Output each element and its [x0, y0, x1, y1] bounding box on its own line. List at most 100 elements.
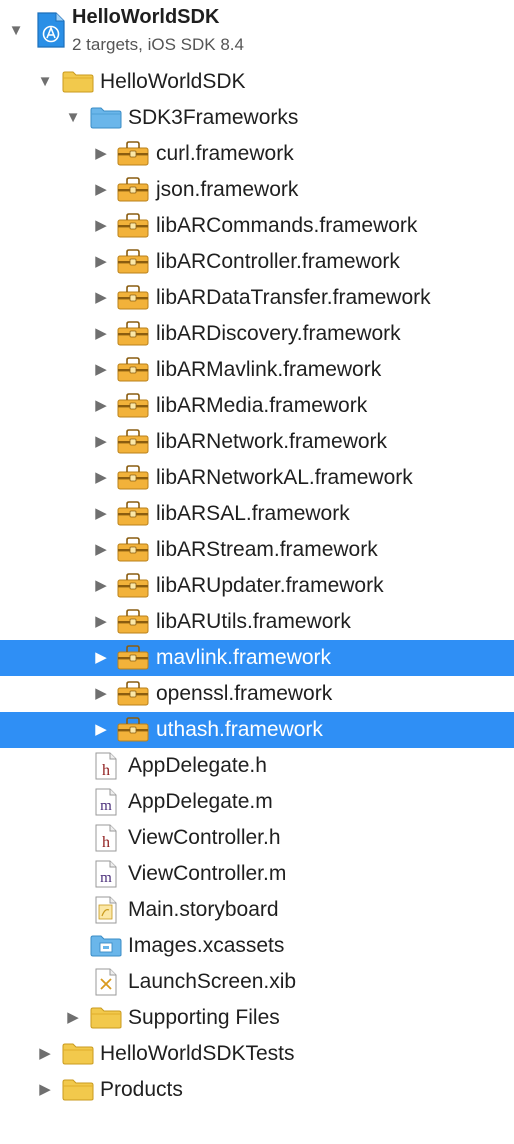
file-row[interactable]: m ViewController.m — [0, 856, 514, 892]
framework-label: libARNetwork.framework — [156, 430, 388, 453]
folder-icon — [62, 71, 94, 93]
storyboard-file-icon — [95, 896, 117, 924]
group-row-tests[interactable]: ▶ HelloWorldSDKTests — [0, 1036, 514, 1072]
framework-row[interactable]: ▶ openssl.framework — [0, 676, 514, 712]
framework-icon — [117, 141, 149, 166]
svg-text:m: m — [100, 798, 112, 814]
framework-row[interactable]: ▶ libARUpdater.framework — [0, 568, 514, 604]
framework-label: libARUtils.framework — [156, 610, 351, 633]
file-label: LaunchScreen.xib — [128, 970, 297, 993]
file-row[interactable]: Main.storyboard — [0, 892, 514, 928]
file-label: ViewController.m — [128, 862, 287, 885]
framework-label: libARNetworkAL.framework — [156, 466, 413, 489]
framework-row[interactable]: ▶ mavlink.framework — [0, 640, 514, 676]
disclosure-open-icon[interactable]: ▼ — [35, 64, 55, 100]
framework-label: libARDiscovery.framework — [156, 322, 401, 345]
framework-icon — [117, 501, 149, 526]
framework-row[interactable]: ▶ libARNetwork.framework — [0, 424, 514, 460]
xcode-project-icon — [37, 12, 65, 48]
framework-label: openssl.framework — [156, 682, 333, 705]
framework-icon — [117, 285, 149, 310]
disclosure-closed-icon[interactable]: ▶ — [91, 496, 111, 532]
framework-row[interactable]: ▶ libARSAL.framework — [0, 496, 514, 532]
disclosure-closed-icon[interactable]: ▶ — [91, 460, 111, 496]
svg-text:h: h — [102, 834, 110, 851]
framework-label: libARDataTransfer.framework — [156, 286, 431, 309]
framework-label: libARSAL.framework — [156, 502, 350, 525]
disclosure-closed-icon[interactable]: ▶ — [91, 712, 111, 748]
svg-text:h: h — [102, 762, 110, 779]
framework-row[interactable]: ▶ libARCommands.framework — [0, 208, 514, 244]
file-row[interactable]: h ViewController.h — [0, 820, 514, 856]
disclosure-open-icon[interactable]: ▼ — [6, 13, 26, 49]
blue-folder-icon — [90, 107, 122, 129]
framework-label: libARMavlink.framework — [156, 358, 382, 381]
framework-icon — [117, 465, 149, 490]
project-title: HelloWorldSDK — [72, 6, 220, 28]
file-label: Images.xcassets — [128, 934, 285, 957]
objc-source-file-icon: m — [95, 788, 117, 816]
disclosure-closed-icon[interactable]: ▶ — [91, 640, 111, 676]
disclosure-closed-icon[interactable]: ▶ — [91, 316, 111, 352]
file-label: Main.storyboard — [128, 898, 279, 921]
framework-row[interactable]: ▶ uthash.framework — [0, 712, 514, 748]
framework-row[interactable]: ▶ libARDiscovery.framework — [0, 316, 514, 352]
framework-icon — [117, 357, 149, 382]
file-row[interactable]: h AppDelegate.h — [0, 748, 514, 784]
framework-row[interactable]: ▶ json.framework — [0, 172, 514, 208]
folder-icon — [90, 1007, 122, 1029]
framework-row[interactable]: ▶ libARMavlink.framework — [0, 352, 514, 388]
disclosure-closed-icon[interactable]: ▶ — [91, 424, 111, 460]
project-subtitle: 2 targets, iOS SDK 8.4 — [72, 35, 244, 54]
disclosure-closed-icon[interactable]: ▶ — [91, 676, 111, 712]
file-row[interactable]: Images.xcassets — [0, 928, 514, 964]
framework-icon — [117, 645, 149, 670]
disclosure-closed-icon[interactable]: ▶ — [35, 1036, 55, 1072]
objc-source-file-icon: m — [95, 860, 117, 888]
framework-row[interactable]: ▶ libARController.framework — [0, 244, 514, 280]
group-row-supporting-files[interactable]: ▶ Supporting Files — [0, 1000, 514, 1036]
disclosure-closed-icon[interactable]: ▶ — [91, 208, 111, 244]
folder-icon — [62, 1043, 94, 1065]
group-row-helloworldsdk[interactable]: ▼ HelloWorldSDK — [0, 64, 514, 100]
disclosure-closed-icon[interactable]: ▶ — [91, 244, 111, 280]
xib-file-icon — [95, 968, 117, 996]
disclosure-closed-icon[interactable]: ▶ — [91, 172, 111, 208]
framework-label: libARStream.framework — [156, 538, 378, 561]
framework-row[interactable]: ▶ libARUtils.framework — [0, 604, 514, 640]
group-row-products[interactable]: ▶ Products — [0, 1072, 514, 1108]
framework-row[interactable]: ▶ libARMedia.framework — [0, 388, 514, 424]
framework-icon — [117, 429, 149, 454]
disclosure-closed-icon[interactable]: ▶ — [91, 532, 111, 568]
framework-icon — [117, 393, 149, 418]
framework-row[interactable]: ▶ curl.framework — [0, 136, 514, 172]
framework-icon — [117, 249, 149, 274]
framework-row[interactable]: ▶ libARDataTransfer.framework — [0, 280, 514, 316]
framework-label: libARUpdater.framework — [156, 574, 384, 597]
group-label: HelloWorldSDK — [100, 70, 246, 93]
project-row[interactable]: ▼ HelloWorldSDK 2 targets, iOS SDK 8.4 — [0, 0, 514, 62]
group-row-sdk3frameworks[interactable]: ▼ SDK3Frameworks — [0, 100, 514, 136]
framework-row[interactable]: ▶ libARStream.framework — [0, 532, 514, 568]
framework-icon — [117, 213, 149, 238]
file-row[interactable]: LaunchScreen.xib — [0, 964, 514, 1000]
group-label: SDK3Frameworks — [128, 106, 299, 129]
framework-label: uthash.framework — [156, 718, 323, 741]
framework-icon — [117, 681, 149, 706]
file-row[interactable]: m AppDelegate.m — [0, 784, 514, 820]
disclosure-closed-icon[interactable]: ▶ — [91, 604, 111, 640]
disclosure-closed-icon[interactable]: ▶ — [91, 388, 111, 424]
disclosure-closed-icon[interactable]: ▶ — [91, 136, 111, 172]
disclosure-closed-icon[interactable]: ▶ — [35, 1072, 55, 1108]
disclosure-closed-icon[interactable]: ▶ — [91, 568, 111, 604]
framework-row[interactable]: ▶ libARNetworkAL.framework — [0, 460, 514, 496]
file-label: ViewController.h — [128, 826, 281, 849]
disclosure-closed-icon[interactable]: ▶ — [91, 280, 111, 316]
project-navigator: ▼ HelloWorldSDK 2 targets, iOS SDK 8.4 ▼… — [0, 0, 514, 1144]
file-label: AppDelegate.h — [128, 754, 267, 777]
disclosure-closed-icon[interactable]: ▶ — [91, 352, 111, 388]
header-file-icon: h — [95, 824, 117, 852]
disclosure-closed-icon[interactable]: ▶ — [63, 1000, 83, 1036]
disclosure-open-icon[interactable]: ▼ — [63, 100, 83, 136]
group-label: HelloWorldSDKTests — [100, 1042, 295, 1065]
